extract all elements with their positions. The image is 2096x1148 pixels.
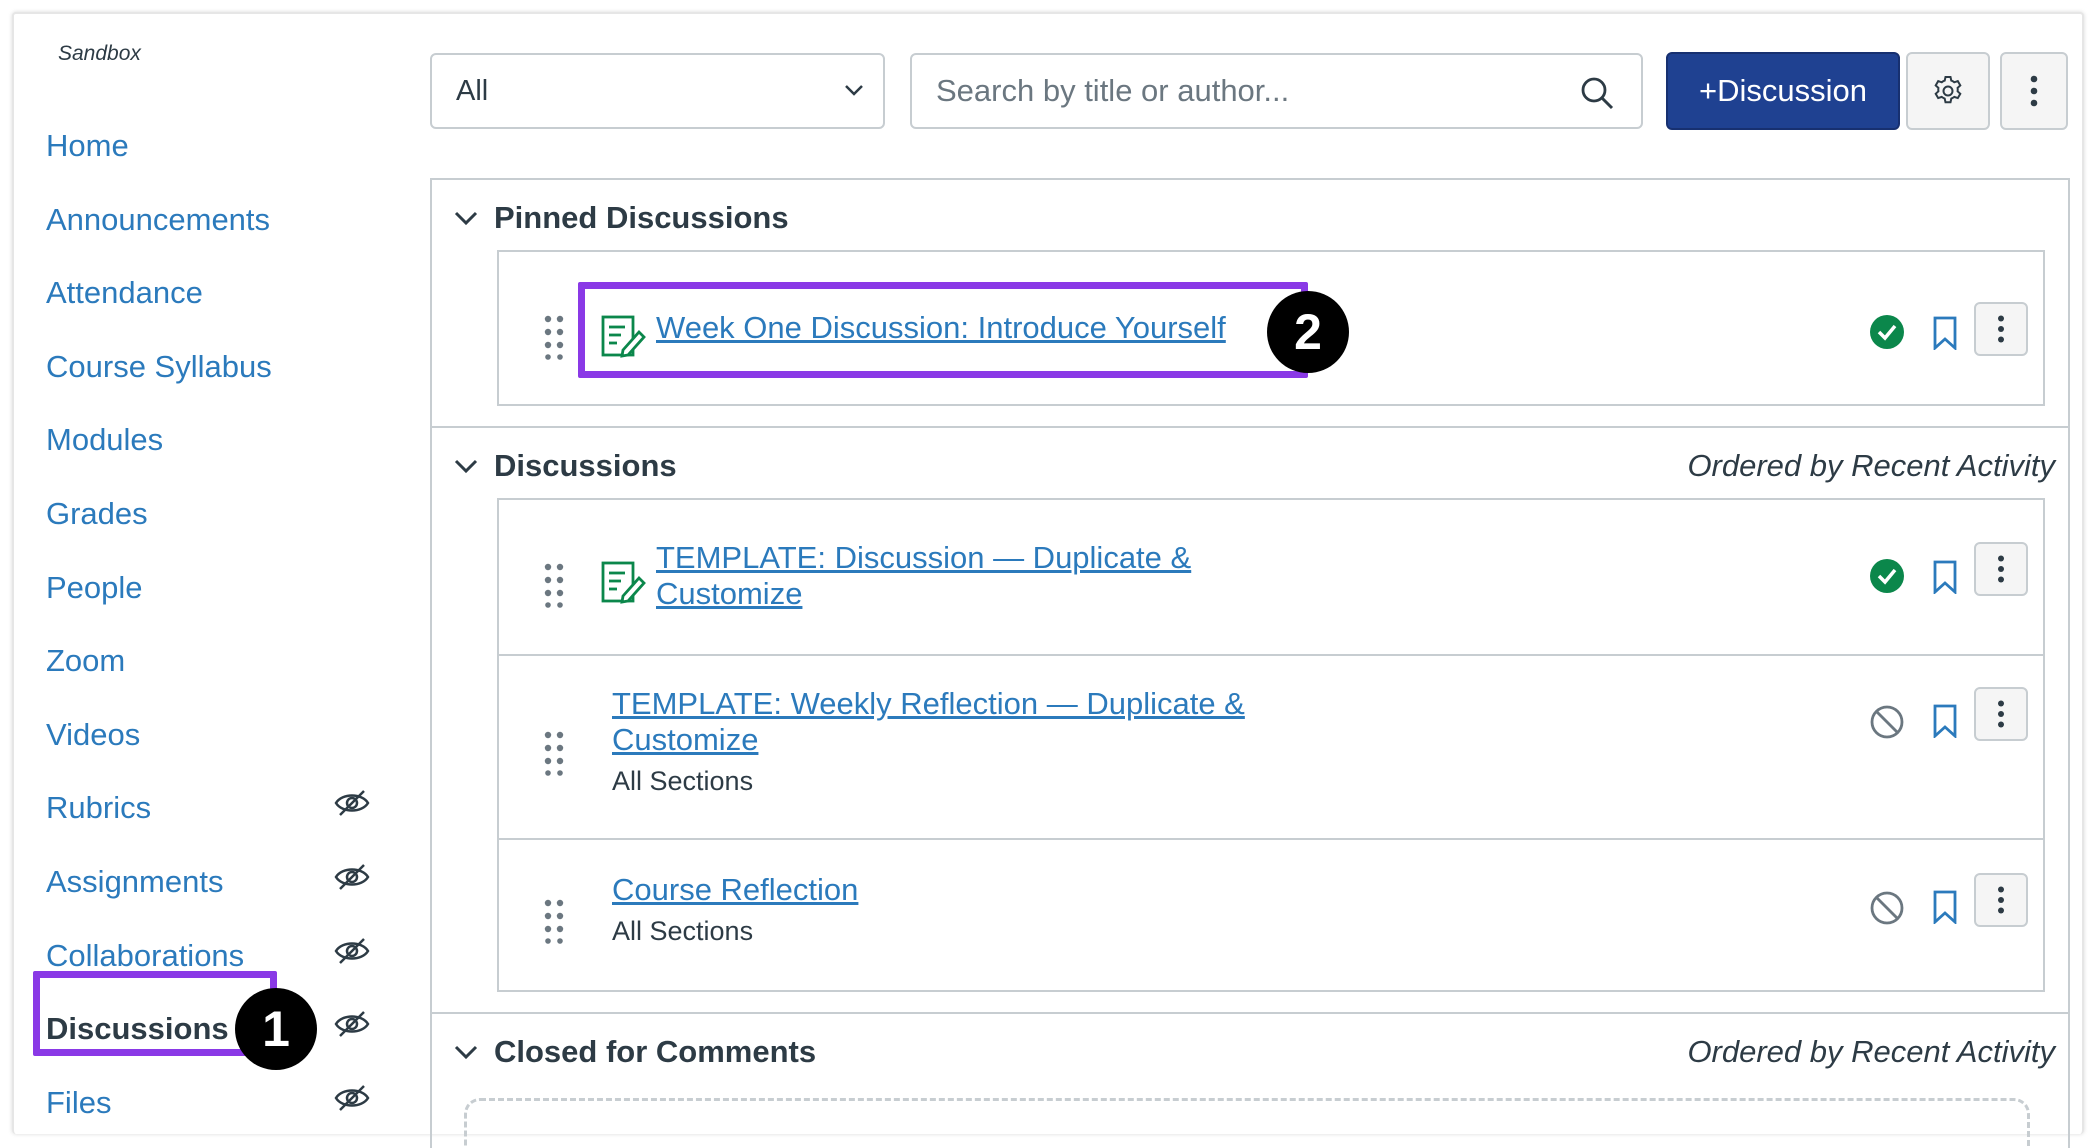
closed-section-header[interactable]: Closed for Comments (452, 1034, 816, 1070)
published-check-icon[interactable] (1869, 558, 1905, 594)
nav-home[interactable]: Home (46, 126, 129, 166)
section-divider (430, 1012, 2070, 1014)
item-menu-button[interactable] (1974, 687, 2028, 741)
screenshot-frame: Sandbox Home Announcements Attendance Co… (0, 0, 2096, 1148)
search-box (910, 53, 1643, 129)
kebab-icon (1998, 886, 2004, 914)
more-options-button[interactable] (2000, 52, 2068, 130)
item-menu-button[interactable] (1974, 542, 2028, 596)
pinned-section-title: Pinned Discussions (494, 200, 789, 235)
chevron-down-icon (845, 85, 863, 96)
kebab-icon (1998, 555, 2004, 583)
section-divider (430, 426, 2070, 428)
add-discussion-button[interactable]: +Discussion (1666, 52, 1900, 130)
published-check-icon[interactable] (1869, 314, 1905, 350)
discussion-link-weekly-reflection[interactable]: TEMPLATE: Weekly Reflection — Duplicate … (612, 686, 1245, 722)
bookmark-icon[interactable] (1932, 704, 1958, 738)
callout-highlight-pinned (578, 282, 1308, 378)
nav-collaborations[interactable]: Collaborations (46, 936, 244, 976)
chevron-down-icon (454, 211, 478, 226)
discussion-link-weekly-reflection-cont[interactable]: Customize (612, 722, 758, 758)
unpublished-icon[interactable] (1869, 890, 1905, 926)
kebab-icon (1998, 315, 2004, 343)
discussion-link-template-discussion-cont[interactable]: Customize (656, 576, 802, 612)
nav-rubrics[interactable]: Rubrics (46, 788, 151, 828)
eye-slash-icon (334, 864, 370, 890)
chevron-down-icon (454, 459, 478, 474)
discussions-list: TEMPLATE: Discussion — Duplicate & Custo… (497, 498, 2045, 992)
nav-videos[interactable]: Videos (46, 715, 140, 755)
course-name: Sandbox (58, 42, 141, 65)
nav-grades[interactable]: Grades (46, 494, 148, 534)
drag-handle-icon[interactable] (543, 730, 565, 776)
filter-select[interactable]: All (430, 53, 885, 129)
callout-badge-1: 1 (235, 988, 317, 1070)
settings-button[interactable] (1906, 52, 1990, 130)
pinned-section-header[interactable]: Pinned Discussions (452, 200, 789, 236)
discussion-link-course-reflection[interactable]: Course Reflection (612, 872, 858, 908)
item-menu-button[interactable] (1974, 302, 2028, 356)
kebab-icon (1998, 700, 2004, 728)
closed-order-label: Ordered by Recent Activity (1687, 1034, 2055, 1069)
nav-attendance[interactable]: Attendance (46, 273, 203, 313)
chevron-down-icon (454, 1045, 478, 1060)
nav-zoom[interactable]: Zoom (46, 641, 125, 681)
kebab-icon (2030, 75, 2038, 107)
drag-handle-icon[interactable] (543, 314, 565, 360)
bookmark-icon[interactable] (1932, 890, 1958, 924)
search-input[interactable] (912, 55, 1552, 127)
section-availability: All Sections (612, 916, 754, 946)
discussions-section-header[interactable]: Discussions (452, 448, 677, 484)
nav-assignments[interactable]: Assignments (46, 862, 223, 902)
unpublished-icon[interactable] (1869, 704, 1905, 740)
closed-dropzone (464, 1098, 2030, 1148)
row-divider (499, 654, 2043, 656)
search-icon[interactable] (1579, 75, 1615, 111)
nav-announcements[interactable]: Announcements (46, 200, 270, 240)
gear-icon (1934, 76, 1962, 104)
filter-select-value: All (456, 75, 489, 107)
nav-files[interactable]: Files (46, 1083, 111, 1123)
eye-slash-icon (334, 790, 370, 816)
bookmark-icon[interactable] (1932, 560, 1958, 594)
nav-modules[interactable]: Modules (46, 420, 163, 460)
discussions-section-title: Discussions (494, 448, 677, 483)
drag-handle-icon[interactable] (543, 562, 565, 608)
item-menu-button[interactable] (1974, 873, 2028, 927)
bookmark-icon[interactable] (1932, 316, 1958, 350)
nav-people[interactable]: People (46, 568, 143, 608)
graded-discussion-icon (601, 561, 646, 604)
section-availability: All Sections (612, 766, 754, 796)
closed-section-title: Closed for Comments (494, 1034, 817, 1069)
drag-handle-icon[interactable] (543, 898, 565, 944)
discussion-link-template-discussion[interactable]: TEMPLATE: Discussion — Duplicate & (656, 540, 1191, 576)
nav-course-syllabus[interactable]: Course Syllabus (46, 347, 272, 387)
eye-slash-icon (334, 1011, 370, 1037)
callout-badge-2: 2 (1267, 291, 1349, 373)
eye-slash-icon (334, 938, 370, 964)
discussions-order-label: Ordered by Recent Activity (1687, 448, 2055, 483)
row-divider (499, 838, 2043, 840)
eye-slash-icon (334, 1085, 370, 1111)
